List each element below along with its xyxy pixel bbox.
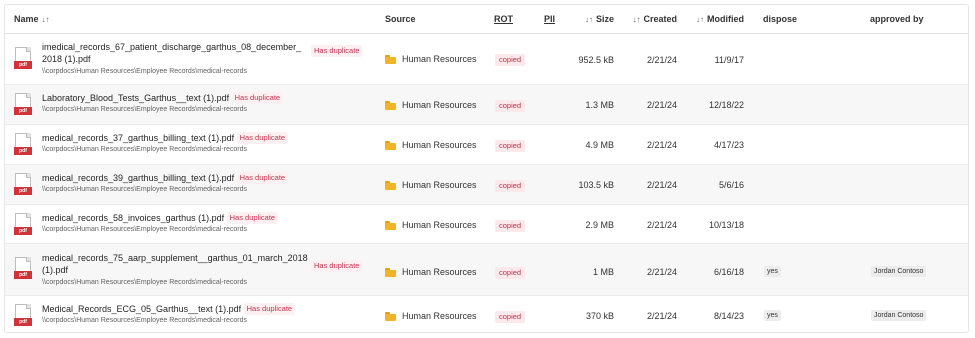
sort-icon: ↓↑	[41, 14, 50, 24]
dispose-chip: yes	[764, 266, 781, 277]
duplicate-badge: Has duplicate	[236, 172, 289, 184]
created-cell: 2/21/24	[646, 55, 677, 65]
pdf-file-icon: pdf	[14, 304, 33, 328]
folder-icon	[385, 54, 396, 64]
file-name-link[interactable]: medical_records_58_invoices_garthus (1).…	[42, 212, 279, 224]
column-header-approved-by[interactable]: approved by	[870, 14, 924, 24]
file-path: \\corpdocs\Human Resources\Employee Reco…	[42, 146, 248, 153]
table-row[interactable]: pdf medical_records_58_invoices_garthus …	[5, 205, 968, 244]
size-cell: 1 MB	[592, 267, 614, 277]
modified-cell: 4/17/23	[713, 140, 744, 150]
created-cell: 2/21/24	[646, 140, 677, 150]
file-name-link[interactable]: Laboratory_Blood_Tests_Garthus__text (1)…	[42, 92, 284, 104]
file-path: \\corpdocs\Human Resources\Employee Reco…	[42, 226, 248, 233]
dispose-chip: yes	[764, 310, 781, 321]
table-header: Name ↓↑ Source ROT PII ↓↑ Size ↓↑ Create…	[5, 5, 968, 34]
duplicate-badge: Has duplicate	[311, 260, 363, 272]
table-row[interactable]: pdf medical_records_37_garthus_billing_t…	[5, 125, 968, 165]
file-name-link[interactable]: Medical_Records_ECG_05_Garthus__text (1)…	[42, 303, 296, 315]
modified-cell: 5/6/16	[718, 180, 744, 190]
duplicate-badge: Has duplicate	[231, 92, 284, 104]
source-cell: Human Resources	[385, 100, 477, 110]
file-path: \\corpdocs\Human Resources\Employee Reco…	[42, 317, 248, 324]
sort-icon: ↓↑	[632, 14, 641, 24]
modified-cell: 10/13/18	[708, 220, 744, 230]
table-row[interactable]: pdf medical_records_75_aarp_supplement__…	[5, 244, 968, 296]
rot-badge: copied	[495, 100, 526, 112]
source-cell: Human Resources	[385, 267, 477, 277]
file-path: \\corpdocs\Human Resources\Employee Reco…	[42, 68, 248, 75]
pdf-file-icon: pdf	[14, 133, 33, 157]
rot-badge: copied	[495, 180, 526, 192]
folder-icon	[385, 100, 396, 110]
rot-badge: copied	[495, 311, 526, 323]
files-table: Name ↓↑ Source ROT PII ↓↑ Size ↓↑ Create…	[4, 4, 969, 333]
column-header-size[interactable]: ↓↑ Size	[577, 14, 614, 24]
column-header-modified[interactable]: ↓↑ Modified	[691, 14, 744, 24]
source-cell: Human Resources	[385, 140, 477, 150]
size-cell: 2.9 MB	[585, 220, 614, 230]
column-header-pii[interactable]: PII	[544, 14, 555, 24]
folder-icon	[385, 140, 396, 150]
source-cell: Human Resources	[385, 180, 477, 190]
rot-badge: copied	[495, 140, 526, 152]
size-cell: 952.5 kB	[578, 55, 614, 65]
column-header-dispose[interactable]: dispose	[763, 14, 797, 24]
folder-icon	[385, 267, 396, 277]
rot-badge: copied	[495, 220, 526, 232]
file-name-link[interactable]: medical_records_37_garthus_billing_text …	[42, 132, 289, 144]
column-header-rot[interactable]: ROT	[494, 14, 513, 24]
file-name-link[interactable]: imedical_records_67_patient_discharge_ga…	[42, 41, 307, 65]
sort-icon: ↓↑	[584, 14, 593, 24]
modified-cell: 11/9/17	[714, 55, 744, 65]
duplicate-badge: Has duplicate	[243, 303, 296, 315]
pdf-file-icon: pdf	[14, 213, 33, 237]
size-cell: 4.9 MB	[585, 140, 614, 150]
pdf-file-icon: pdf	[14, 93, 33, 117]
source-cell: Human Resources	[385, 54, 477, 64]
source-cell: Human Resources	[385, 311, 477, 321]
column-header-source[interactable]: Source	[385, 14, 416, 24]
size-cell: 103.5 kB	[578, 180, 614, 190]
rot-badge: copied	[495, 267, 526, 279]
size-cell: 1.3 MB	[585, 100, 614, 110]
size-cell: 370 kB	[585, 311, 614, 321]
file-path: \\corpdocs\Human Resources\Employee Reco…	[42, 279, 248, 286]
created-cell: 2/21/24	[646, 180, 677, 190]
pdf-file-icon: pdf	[14, 47, 33, 71]
created-cell: 2/21/24	[646, 267, 677, 277]
pdf-file-icon: pdf	[14, 257, 33, 281]
modified-cell: 6/16/18	[713, 267, 744, 277]
created-cell: 2/21/24	[646, 311, 677, 321]
table-row[interactable]: pdf Laboratory_Blood_Tests_Garthus__text…	[5, 85, 968, 125]
source-cell: Human Resources	[385, 220, 477, 230]
file-path: \\corpdocs\Human Resources\Employee Reco…	[42, 106, 248, 113]
table-row[interactable]: pdf Medical_Records_ECG_05_Garthus__text…	[5, 296, 968, 333]
duplicate-badge: Has duplicate	[236, 132, 289, 144]
table-row[interactable]: pdf imedical_records_67_patient_discharg…	[5, 34, 968, 85]
folder-icon	[385, 311, 396, 321]
created-cell: 2/21/24	[646, 220, 677, 230]
approver-chip: Jordan Contoso	[871, 310, 927, 321]
table-row[interactable]: pdf medical_records_39_garthus_billing_t…	[5, 165, 968, 205]
approver-chip: Jordan Contoso	[871, 266, 927, 277]
sort-icon: ↓↑	[696, 14, 704, 24]
file-name-link[interactable]: medical_records_39_garthus_billing_text …	[42, 172, 289, 184]
duplicate-badge: Has duplicate	[311, 45, 363, 57]
created-cell: 2/21/24	[646, 100, 677, 110]
modified-cell: 8/14/23	[713, 311, 744, 321]
folder-icon	[385, 180, 396, 190]
column-header-created[interactable]: ↓↑ Created	[625, 14, 677, 24]
folder-icon	[385, 220, 396, 230]
modified-cell: 12/18/22	[708, 100, 744, 110]
file-path: \\corpdocs\Human Resources\Employee Reco…	[42, 186, 248, 193]
pdf-file-icon: pdf	[14, 173, 33, 197]
rot-badge: copied	[495, 54, 526, 66]
column-header-name[interactable]: Name ↓↑	[14, 14, 50, 24]
duplicate-badge: Has duplicate	[226, 212, 279, 224]
file-name-link[interactable]: medical_records_75_aarp_supplement__gart…	[42, 252, 308, 276]
